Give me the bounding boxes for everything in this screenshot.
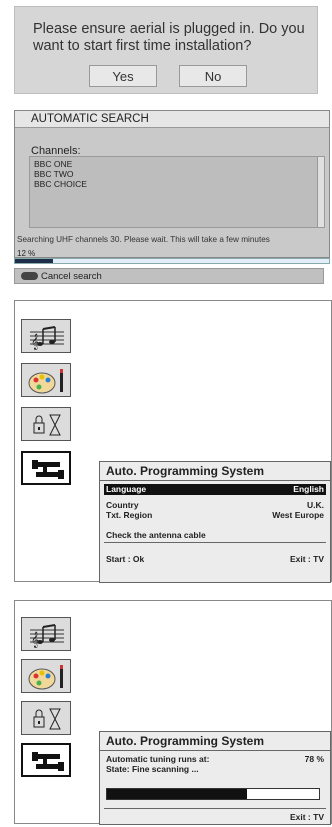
wrench-icon: [32, 460, 64, 479]
tuning-label: Automatic tuning runs at:: [106, 754, 210, 764]
exit-label[interactable]: Exit : TV: [290, 554, 324, 565]
antenna-hint: Check the antenna cable: [106, 530, 206, 540]
list-item: BBC TWO: [34, 169, 74, 179]
start-label[interactable]: Start : Ok: [106, 554, 144, 564]
region-label: Txt. Region: [106, 510, 153, 520]
cancel-search-label: Cancel search: [41, 271, 102, 282]
search-title: AUTOMATIC SEARCH: [15, 111, 329, 128]
ap-title: Auto. Programming System: [100, 732, 330, 751]
state-row: State: Fine scanning ...: [106, 764, 199, 774]
auto-programming-box: Auto. Programming System Language Englis…: [99, 461, 331, 583]
list-item: BBC ONE: [34, 159, 73, 169]
sound-menu-button[interactable]: 𝄞: [21, 617, 71, 651]
language-label: Language: [106, 484, 147, 494]
region-value: West Europe: [272, 510, 324, 520]
language-value: English: [293, 484, 324, 494]
tuning-progress-bar: [106, 788, 320, 800]
timer-menu-button[interactable]: [21, 701, 71, 735]
timer-menu-button[interactable]: [21, 407, 71, 441]
svg-text:𝄞: 𝄞: [31, 632, 39, 648]
dialog-question: Please ensure aerial is plugged in. Do y…: [33, 21, 305, 54]
cancel-search-button[interactable]: Cancel search: [14, 268, 324, 284]
automatic-search-panel: AUTOMATIC SEARCH Channels: BBC ONE BBC T…: [14, 110, 330, 258]
channel-list-scrollbar[interactable]: [317, 157, 324, 227]
channel-list[interactable]: BBC ONE BBC TWO BBC CHOICE: [29, 156, 325, 228]
music-notes-icon: 𝄞: [30, 326, 64, 350]
picture-menu-button[interactable]: [21, 659, 71, 693]
wrench-icon: [32, 752, 64, 771]
setup-menu-2: 𝄞 Auto. Programming System Automatic tun…: [14, 600, 332, 825]
timer-lock-icon: [33, 708, 61, 730]
music-notes-icon: 𝄞: [30, 624, 64, 648]
tuning-progress-fill: [107, 789, 247, 799]
region-row[interactable]: Txt. Region West Europe: [106, 510, 324, 521]
palette-icon: [28, 665, 63, 690]
search-status: Searching UHF channels 30. Please wait. …: [17, 235, 270, 244]
footer-row: Start : Ok Exit : TV: [106, 554, 324, 565]
picture-menu-button[interactable]: [21, 363, 71, 397]
country-label: Country: [106, 500, 139, 510]
search-progress-fill: [15, 259, 53, 263]
search-progress-bar: [14, 258, 330, 264]
setup-menu-button[interactable]: [21, 743, 71, 777]
svg-text:𝄞: 𝄞: [31, 334, 39, 350]
installation-dialog: Please ensure aerial is plugged in. Do y…: [14, 6, 318, 94]
setup-menu-1: 𝄞 Auto. Programming System Language Engl…: [14, 300, 332, 583]
menu-sidebar: 𝄞: [15, 301, 91, 581]
search-progress-percent: 12 %: [17, 249, 36, 258]
language-row[interactable]: Language English: [104, 484, 326, 495]
exit-label[interactable]: Exit : TV: [290, 812, 324, 823]
menu-button-icon: [21, 272, 38, 280]
setup-menu-button[interactable]: [21, 451, 71, 485]
palette-icon: [28, 369, 63, 394]
tuning-progress-box: Auto. Programming System Automatic tunin…: [99, 731, 331, 825]
list-item: BBC CHOICE: [34, 179, 87, 189]
yes-button[interactable]: Yes: [89, 65, 157, 87]
menu-sidebar: 𝄞: [15, 601, 91, 823]
ap-title: Auto. Programming System: [100, 462, 330, 481]
timer-lock-icon: [33, 414, 61, 436]
divider: [104, 542, 326, 543]
no-button[interactable]: No: [179, 65, 247, 87]
divider: [104, 808, 326, 809]
sound-menu-button[interactable]: 𝄞: [21, 319, 71, 353]
